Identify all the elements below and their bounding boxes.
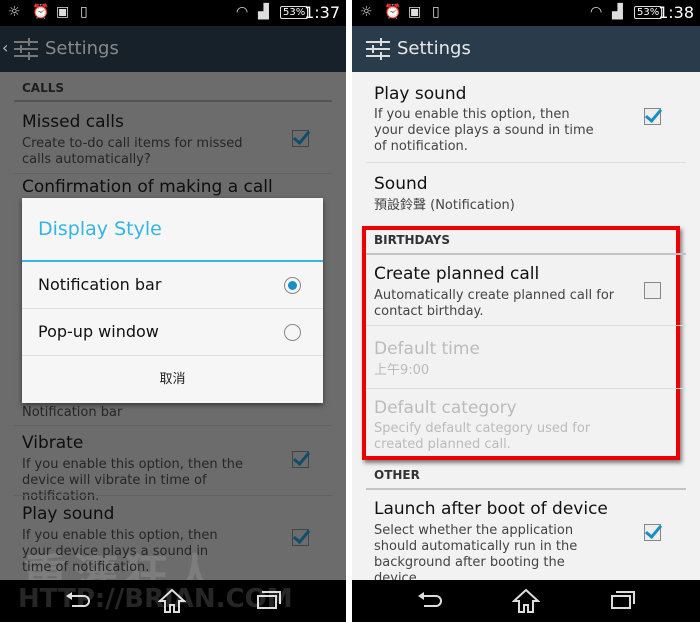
option-label: Notification bar: [38, 275, 162, 294]
navigation-bar: [352, 580, 700, 622]
wifi-icon: ◠: [590, 4, 603, 20]
setting-desc: Select whether the application should au…: [374, 523, 578, 586]
section-header-calls: CALLS: [22, 81, 65, 95]
dialog-title: Display Style: [38, 218, 162, 240]
option-popup-window[interactable]: Pop-up window: [22, 309, 323, 356]
phone-icon: ▯: [432, 4, 440, 20]
setting-confirmation-title[interactable]: Confirmation of making a call: [22, 177, 273, 197]
divider: [366, 388, 686, 389]
home-icon[interactable]: [512, 588, 540, 614]
play-sound-checkbox[interactable]: [292, 529, 309, 546]
setting-desc: Automatically create planned call for co…: [374, 288, 615, 319]
display-style-dialog: Display Style Notification bar Pop-up wi…: [22, 198, 323, 403]
weather-icon: ☼: [8, 4, 21, 20]
signal-icon: ▟: [612, 4, 623, 20]
clock: 1:37: [304, 3, 340, 22]
settings-sliders-icon[interactable]: [366, 37, 390, 61]
divider: [366, 162, 686, 163]
setting-desc: Create to-do call items for missed calls…: [22, 136, 243, 167]
image-icon: ▣: [408, 4, 422, 20]
radio-popup-window[interactable]: [284, 324, 301, 341]
weather-icon: ☼: [360, 4, 373, 20]
recents-icon[interactable]: [256, 588, 282, 610]
display-style-summary: Notification bar: [22, 405, 123, 420]
missed-calls-checkbox[interactable]: [292, 130, 309, 147]
setting-desc: If you enable this option, then your dev…: [374, 107, 594, 154]
left-screen: ☼ ⏰ ▣ ▯ ◠ ▟ 53% 1:37 ‹ Settings 重灌狂人 CAL…: [0, 0, 346, 622]
wifi-icon: ◠: [236, 4, 249, 20]
divider: [366, 488, 686, 490]
divider: [14, 100, 332, 102]
setting-title: Launch after boot of device: [374, 499, 608, 519]
create-planned-call-checkbox[interactable]: [644, 282, 661, 299]
divider: [14, 495, 332, 496]
vibrate-checkbox[interactable]: [292, 451, 309, 468]
back-chevron-icon[interactable]: ‹: [2, 38, 8, 57]
section-header-birthdays: BIRTHDAYS: [374, 233, 450, 247]
setting-desc: Specify default category used for create…: [374, 421, 591, 452]
setting-desc: If you enable this option, then your dev…: [22, 528, 218, 575]
divider: [14, 425, 332, 426]
setting-title: Vibrate: [22, 433, 84, 453]
setting-value: 預設鈴聲 (Notification): [374, 198, 515, 213]
radio-notification-bar[interactable]: [284, 277, 301, 294]
setting-title: Play sound: [22, 504, 115, 524]
phone-icon: ▯: [80, 4, 88, 20]
app-title: Settings: [397, 38, 471, 59]
right-screen: ☼ ⏰ ▣ ▯ ◠ ▟ 53% 1:38 Settings Play sound…: [352, 0, 700, 622]
divider: [14, 173, 332, 174]
play-sound-checkbox[interactable]: [644, 108, 661, 125]
status-bar: ☼ ⏰ ▣ ▯ ◠ ▟ 53% 1:38: [352, 0, 700, 26]
cancel-button[interactable]: 取消: [22, 356, 323, 403]
alarm-icon: ⏰: [384, 4, 402, 20]
app-bar: Settings: [352, 26, 700, 72]
setting-title: Play sound: [374, 84, 467, 104]
setting-title: Sound: [374, 174, 428, 194]
clock: 1:38: [658, 3, 694, 22]
back-icon[interactable]: [64, 588, 92, 612]
navigation-bar: [0, 580, 346, 622]
status-bar: ☼ ⏰ ▣ ▯ ◠ ▟ 53% 1:37: [0, 0, 346, 26]
setting-title: Default category: [374, 398, 517, 418]
launch-after-boot-checkbox[interactable]: [644, 524, 661, 541]
setting-title: Default time: [374, 339, 480, 359]
setting-desc: If you enable this option, then the devi…: [22, 457, 244, 504]
settings-sliders-icon[interactable]: [14, 37, 38, 61]
setting-title: Missed calls: [22, 112, 124, 132]
image-icon: ▣: [56, 4, 70, 20]
alarm-icon: ⏰: [32, 4, 50, 20]
divider: [366, 253, 686, 255]
setting-title: Create planned call: [374, 264, 540, 284]
back-icon[interactable]: [416, 588, 444, 612]
signal-icon: ▟: [258, 4, 269, 20]
setting-value: 上午9:00: [374, 363, 430, 378]
section-header-other: OTHER: [374, 468, 420, 482]
option-notification-bar[interactable]: Notification bar: [22, 262, 323, 309]
option-label: Pop-up window: [38, 322, 159, 341]
recents-icon[interactable]: [610, 588, 636, 610]
divider: [366, 325, 686, 326]
home-icon[interactable]: [158, 588, 186, 614]
app-title: Settings: [45, 38, 119, 59]
app-bar: ‹ Settings: [0, 26, 346, 72]
